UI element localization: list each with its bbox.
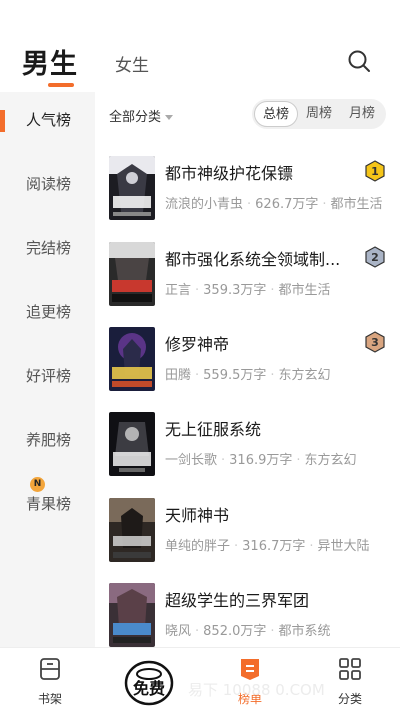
- segment-monthly[interactable]: 月榜: [340, 101, 384, 127]
- book-meta: 田腾 · 559.5万字 · 东方玄幻: [165, 368, 331, 383]
- sidebar-item-fattening[interactable]: 养肥榜: [0, 420, 95, 460]
- rank-badge-icon: 1: [365, 160, 385, 182]
- book-author: 一剑长歌: [165, 453, 218, 468]
- rank-badge-icon: 2: [365, 246, 385, 268]
- sidebar-item-rated[interactable]: 好评榜: [0, 356, 95, 396]
- book-row[interactable]: 超级学生的三界军团 晓风 · 852.0万字 · 都市系统: [95, 583, 400, 647]
- grid-icon: [339, 658, 361, 680]
- book-title: 无上征服系统: [165, 420, 262, 439]
- book-author: 正言: [165, 283, 192, 298]
- book-row[interactable]: 天师神书 单纯的胖子 · 316.7万字 · 异世大陆: [95, 498, 400, 568]
- book-meta: 流浪的小青虫 · 626.7万字 · 都市生活: [165, 197, 383, 212]
- sidebar-item-completed[interactable]: 完结榜: [0, 228, 95, 268]
- tab-female[interactable]: 女生: [115, 51, 149, 76]
- bookshelf-icon: [40, 658, 60, 680]
- book-cover: [109, 583, 155, 647]
- book-title: 天师神书: [165, 506, 230, 525]
- book-row[interactable]: 修罗神帝 田腾 · 559.5万字 · 东方玄幻 3: [95, 327, 400, 397]
- book-cover: [109, 327, 155, 391]
- book-category: 东方玄幻: [304, 453, 357, 468]
- book-row[interactable]: 都市强化系统全领域制... 正言 · 359.3万字 · 都市生活 2: [95, 242, 400, 312]
- book-category: 都市生活: [278, 283, 331, 298]
- book-author: 流浪的小青虫: [165, 197, 244, 212]
- rank-badge-icon: 3: [365, 331, 385, 353]
- tab-male[interactable]: 男生: [22, 42, 78, 81]
- book-word-count: 316.9万字: [229, 453, 293, 468]
- book-meta: 一剑长歌 · 316.9万字 · 东方玄幻: [165, 453, 357, 468]
- sidebar-item-following[interactable]: 追更榜: [0, 292, 95, 332]
- book-author: 单纯的胖子: [165, 539, 231, 554]
- watermark: 易下 10088 0.COM: [188, 681, 325, 699]
- book-word-count: 559.5万字: [203, 368, 267, 383]
- book-row[interactable]: 都市神级护花保镖 流浪的小青虫 · 626.7万字 · 都市生活 1: [95, 156, 400, 226]
- period-segmented-control: 总榜 周榜 月榜: [252, 99, 386, 129]
- segment-weekly[interactable]: 周榜: [297, 101, 341, 127]
- book-title: 修罗神帝: [165, 335, 230, 354]
- category-filter[interactable]: 全部分类: [109, 106, 174, 125]
- book-category: 都市系统: [278, 624, 331, 639]
- rank-number: 1: [371, 165, 379, 178]
- book-meta: 单纯的胖子 · 316.7万字 · 异世大陆: [165, 539, 370, 554]
- book-category: 都市生活: [330, 197, 383, 212]
- tab-active-indicator: [48, 83, 74, 87]
- book-cover: [109, 156, 155, 220]
- nav-label-bookshelf: 书架: [37, 692, 62, 706]
- caret-down-icon: [165, 115, 174, 120]
- free-logo-text: 免费: [133, 679, 165, 698]
- ranking-sidebar: 人气榜 阅读榜 完结榜 追更榜 好评榜 养肥榜 N 青果榜: [0, 92, 95, 647]
- book-meta: 正言 · 359.3万字 · 都市生活: [165, 283, 331, 298]
- sidebar-item-qingguo[interactable]: 青果榜: [0, 484, 95, 524]
- search-icon[interactable]: [346, 48, 372, 74]
- rank-number: 3: [371, 336, 379, 349]
- book-word-count: 626.7万字: [255, 197, 319, 212]
- rank-number: 2: [371, 251, 379, 264]
- book-meta: 晓风 · 852.0万字 · 都市系统: [165, 624, 331, 639]
- book-category: 东方玄幻: [278, 368, 331, 383]
- book-cover: [109, 412, 155, 476]
- book-word-count: 316.7万字: [242, 539, 306, 554]
- sidebar-item-reading[interactable]: 阅读榜: [0, 164, 95, 204]
- book-row[interactable]: 无上征服系统 一剑长歌 · 316.9万字 · 东方玄幻: [95, 412, 400, 482]
- category-filter-label: 全部分类: [109, 110, 162, 125]
- book-word-count: 852.0万字: [203, 624, 267, 639]
- book-title: 都市神级护花保镖: [165, 164, 294, 183]
- free-logo-icon[interactable]: 免费: [124, 660, 174, 706]
- book-title: 都市强化系统全领域制...: [165, 250, 341, 269]
- sidebar-item-popular[interactable]: 人气榜: [0, 100, 95, 140]
- book-category: 异世大陆: [317, 539, 370, 554]
- segment-total[interactable]: 总榜: [254, 101, 298, 127]
- top-tab-bar: 男生 女生: [0, 0, 400, 92]
- book-cover: [109, 242, 155, 306]
- book-author: 田腾: [165, 368, 192, 383]
- book-word-count: 359.3万字: [203, 283, 267, 298]
- book-title: 超级学生的三界军团: [165, 591, 310, 610]
- book-author: 晓风: [165, 624, 192, 639]
- nav-bookshelf[interactable]: 书架: [10, 648, 90, 711]
- ranking-list: 全部分类 总榜 周榜 月榜 都市神级护花保镖 流浪的小青虫 · 626.7万字 · 都市…: [95, 92, 400, 647]
- book-cover: [109, 498, 155, 562]
